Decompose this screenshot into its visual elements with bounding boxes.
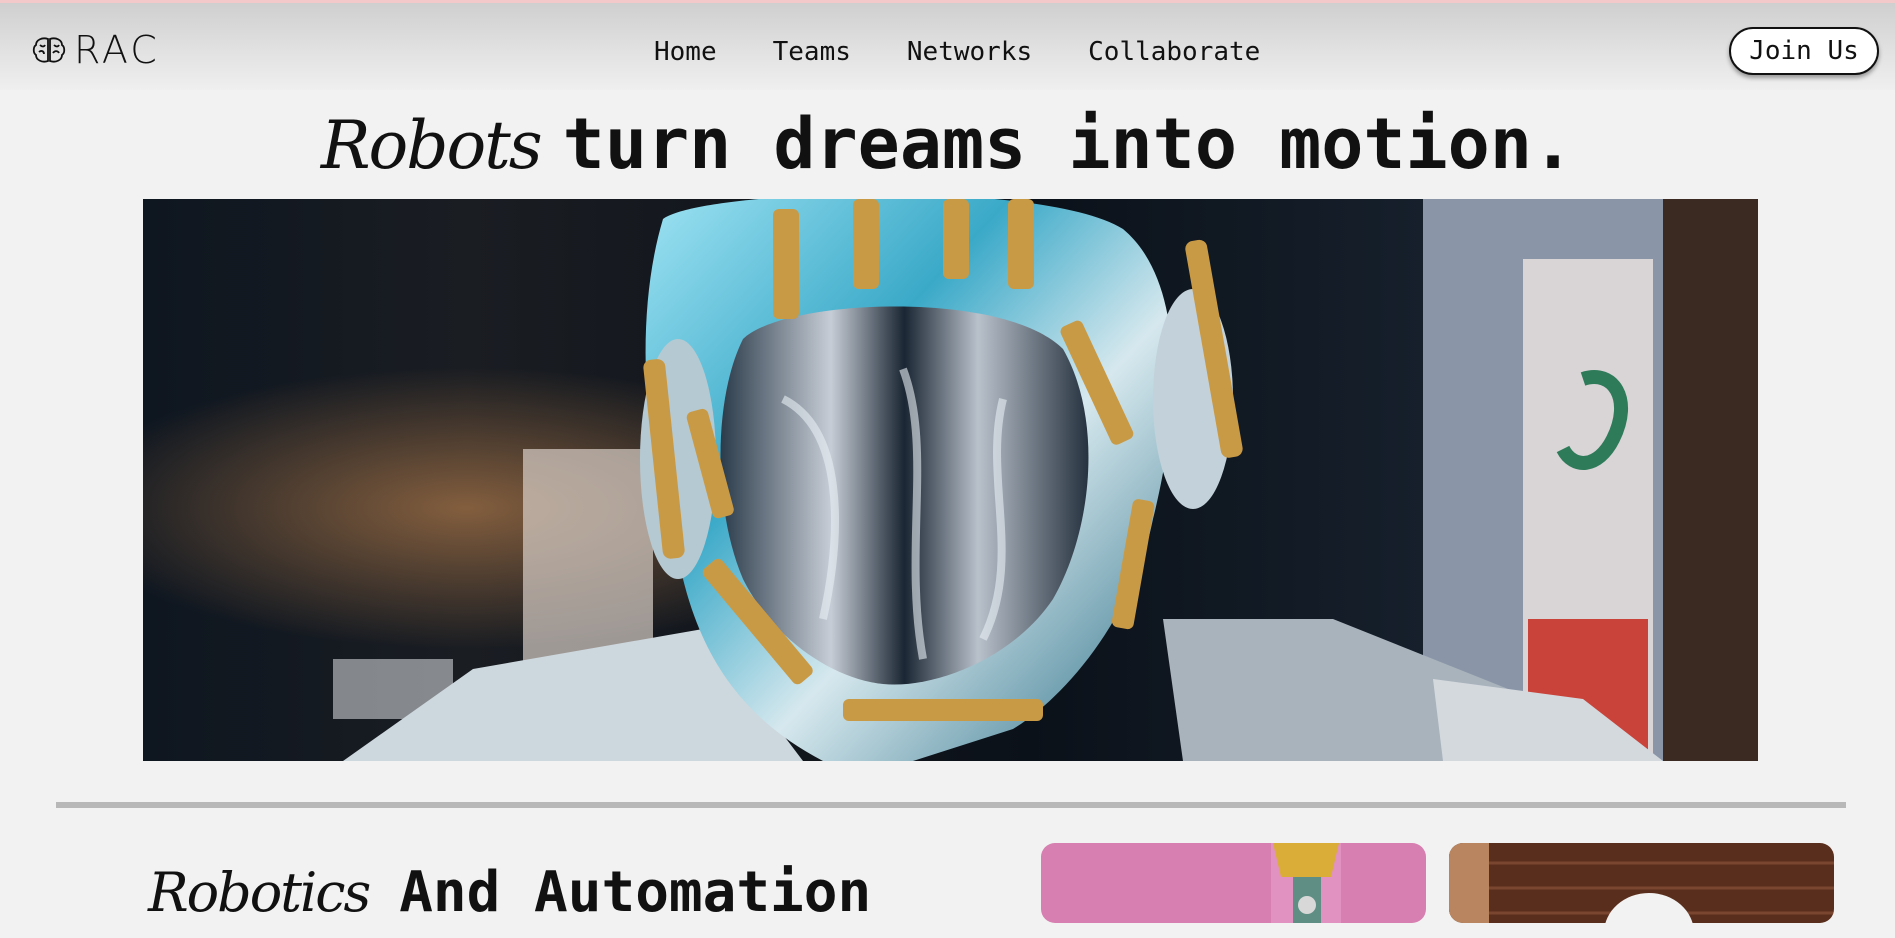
logo[interactable]: RAC [32,28,160,72]
hero-robot-image [143,199,1758,761]
main-nav: Home Teams Networks Collaborate [654,35,1260,69]
nav-networks[interactable]: Networks [907,35,1032,69]
logo-text: RAC [74,28,160,72]
section-divider [56,802,1846,808]
feature-card-robot-pink[interactable] [1041,843,1426,923]
section-title-text: And Automation [399,860,872,925]
nav-home[interactable]: Home [654,35,717,69]
brain-icon [32,36,66,64]
nav-teams[interactable]: Teams [773,35,851,69]
nav-collaborate[interactable]: Collaborate [1088,35,1260,69]
section-title: Robotics And Automation [148,858,871,938]
site-header: RAC Home Teams Networks Collaborate Join… [0,3,1895,90]
hero-script-word: Robots [320,107,543,184]
hero-headline: Robots turn dreams into motion. [0,104,1895,197]
section-script-word: Robotics [148,861,371,924]
feature-card-robot-brown[interactable] [1449,843,1834,923]
join-us-button[interactable]: Join Us [1729,27,1879,75]
hero-headline-text: turn dreams into motion. [562,103,1575,185]
